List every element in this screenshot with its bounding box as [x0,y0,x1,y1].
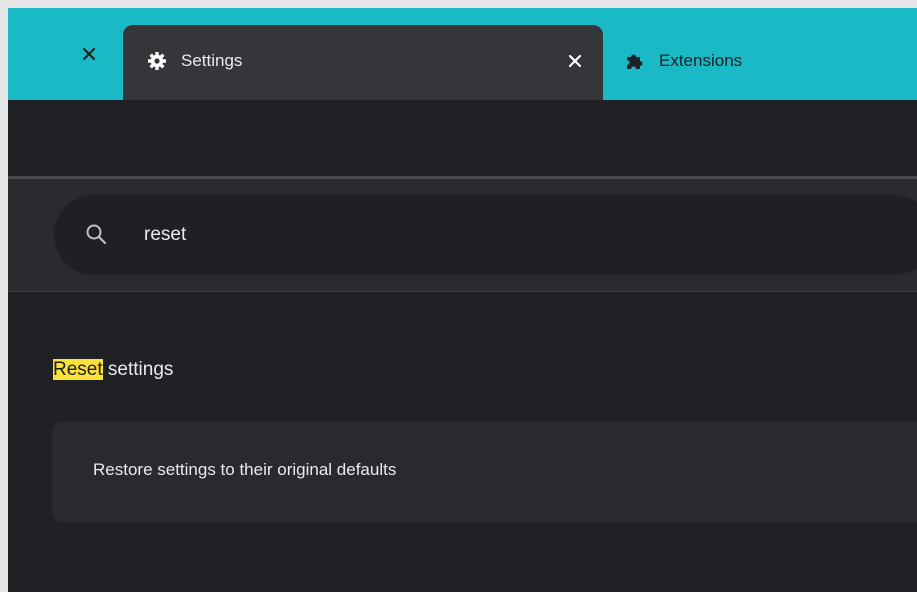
close-tab-icon[interactable] [563,49,587,73]
close-previous-tab-icon[interactable] [78,43,100,65]
browser-window: Settings Extensions reset Reset settings… [8,8,917,592]
search-highlight: Reset [53,359,103,380]
tab-title: Extensions [659,51,743,70]
search-icon [84,222,108,246]
tab-strip: Settings Extensions [8,8,917,101]
search-input[interactable] [144,219,744,251]
settings-content: Reset settings Restore settings to their… [8,292,917,592]
tab-extensions[interactable]: Extensions [603,25,917,100]
toolbar [8,100,917,176]
settings-card: Restore settings to their original defau… [52,422,917,522]
puzzle-icon [625,51,645,71]
gear-icon [147,51,167,71]
restore-defaults-row[interactable]: Restore settings to their original defau… [52,422,917,522]
tab-title: Settings [181,51,243,70]
search-box[interactable] [54,195,917,275]
section-title: Reset settings [53,357,173,383]
section-title-text: settings [102,359,174,380]
settings-header [8,179,917,291]
restore-defaults-label: Restore settings to their original defau… [93,460,397,479]
tab-settings[interactable]: Settings [123,25,603,101]
